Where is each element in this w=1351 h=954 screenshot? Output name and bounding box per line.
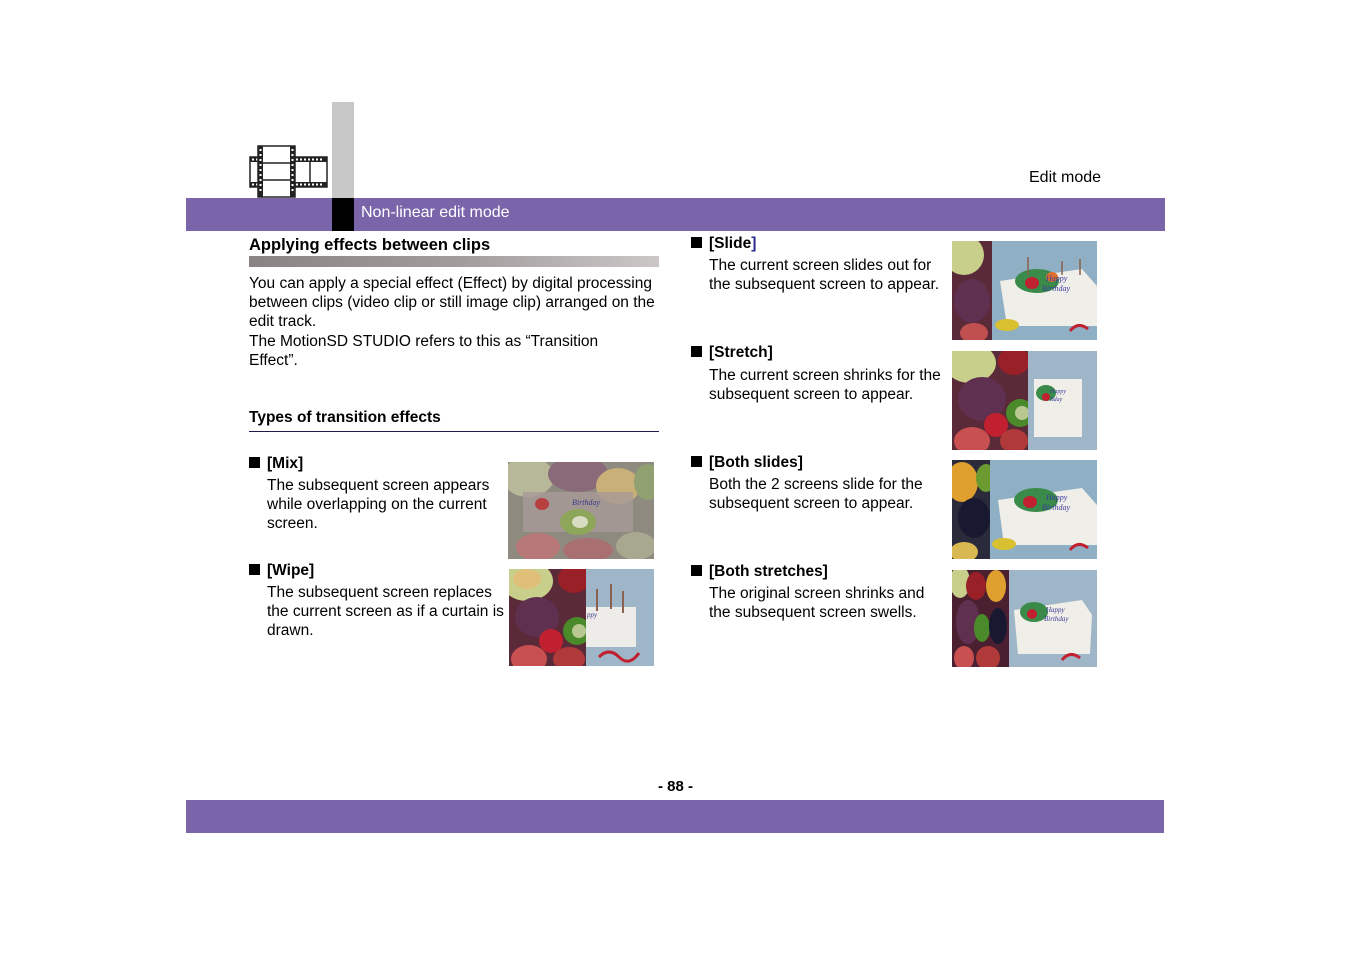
section-label: Edit mode (1029, 169, 1102, 186)
effect-name: [Slide (709, 235, 752, 252)
intro-paragraph: You can apply a special effect (Effect) … (249, 275, 655, 331)
square-bullet-icon (691, 346, 702, 357)
film-strip-icon (249, 145, 329, 198)
effect-name-bracket: ] (751, 235, 757, 252)
section-heading: Applying effects between clips (249, 236, 491, 254)
heading-underline-bar (249, 256, 659, 267)
effect-title-both-slides: [Both slides] (691, 454, 803, 472)
effect-title-slide: [Slide] (691, 235, 756, 253)
svg-text:Bday: Bday (1050, 397, 1063, 403)
subsection-heading: Types of transition effects (249, 409, 441, 426)
wipe-transition-preview: ppy (509, 569, 654, 666)
svg-text:Happy: Happy (1045, 493, 1068, 502)
effect-name: [Both slides] (709, 454, 803, 471)
both-stretches-transition-preview: Happy Birthday (952, 570, 1097, 667)
square-bullet-icon (249, 457, 260, 468)
effect-description-mix: The subsequent screen appears while over… (267, 477, 490, 533)
effect-name: [Stretch] (709, 344, 773, 361)
effect-name: [Mix] (267, 455, 304, 472)
square-bullet-icon (691, 456, 702, 467)
slide-transition-preview: Happy Birthday (952, 241, 1097, 340)
effect-description-stretch: The current screen shrinks for the subse… (709, 367, 941, 404)
svg-text:Happy: Happy (1045, 274, 1068, 283)
effect-title-stretch: [Stretch] (691, 344, 773, 362)
mix-transition-preview: Birthday (508, 462, 654, 559)
square-bullet-icon (249, 564, 260, 575)
footer-bar (186, 800, 1164, 833)
effect-name: [Both stretches] (709, 563, 828, 580)
intro-text: You can apply a special effect (Effect) … (249, 274, 669, 370)
svg-text:Birthday: Birthday (1044, 615, 1069, 623)
svg-text:ppy: ppy (586, 611, 598, 619)
header-tab-marker (332, 198, 354, 231)
effect-title-both-stretches: [Both stretches] (691, 563, 828, 581)
svg-text:Happy: Happy (1045, 606, 1066, 614)
square-bullet-icon (691, 237, 702, 248)
chapter-title: Non-linear edit mode (361, 204, 510, 221)
intro-paragraph: The MotionSD STUDIO refers to this as “T… (249, 332, 599, 369)
header-tab-decoration (332, 102, 354, 198)
effect-title-mix: [Mix] (249, 455, 303, 473)
effect-description-slide: The current screen slides out for the su… (709, 257, 940, 294)
subsection-rule (249, 431, 659, 432)
effect-name: [Wipe] (267, 562, 315, 579)
svg-text:Happy: Happy (1049, 389, 1066, 395)
stretch-transition-preview: Happy Bday (952, 351, 1097, 450)
effect-title-wipe: [Wipe] (249, 562, 314, 580)
effect-description-both-slides: Both the 2 screens slide for the subsequ… (709, 476, 923, 513)
svg-text:Birthday: Birthday (1042, 503, 1070, 512)
square-bullet-icon (691, 565, 702, 576)
svg-text:Birthday: Birthday (1042, 284, 1070, 293)
page-number: - 88 - (657, 778, 693, 795)
effect-description-wipe: The subsequent screen replaces the curre… (267, 584, 504, 640)
effect-description-both-stretches: The original screen shrinks and the subs… (709, 585, 925, 622)
svg-text:Birthday: Birthday (572, 498, 600, 507)
both-slides-transition-preview: Happy Birthday (952, 460, 1097, 559)
